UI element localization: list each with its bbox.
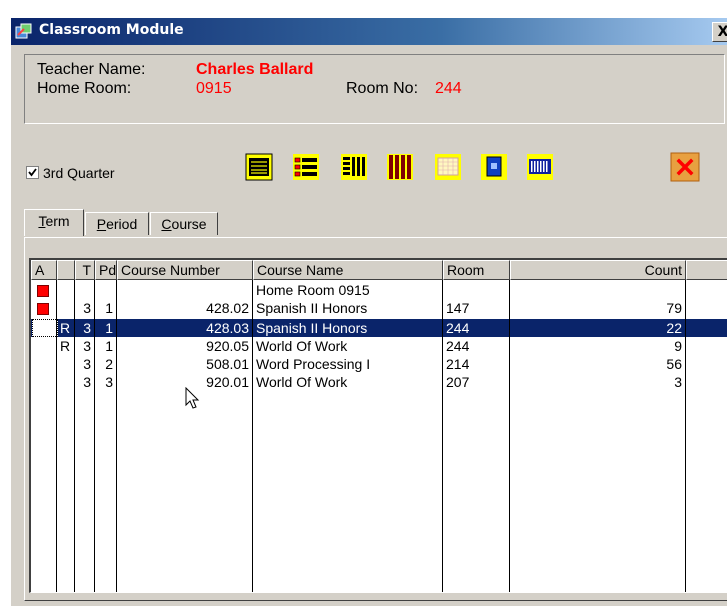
checkmark-icon [28, 168, 37, 177]
column-header-a[interactable]: A [31, 260, 57, 280]
table-row-2-period[interactable]: 1 [95, 319, 116, 337]
table-row-3-room[interactable]: 244 [443, 337, 509, 355]
table-row-1-term[interactable]: 3 [75, 299, 94, 317]
tab-period-rest: eriod [106, 216, 138, 232]
app-icon [15, 23, 32, 39]
table-row-0-course-name[interactable]: Home Room 0915 [253, 281, 443, 299]
tab-period-mnemonic: P [96, 216, 107, 232]
tab-term[interactable]: Term [24, 209, 84, 236]
table-row-2-r[interactable]: R [57, 319, 74, 337]
calendar-icon[interactable] [433, 152, 463, 182]
tab-course[interactable]: Course [150, 212, 218, 235]
table-row-4-term[interactable]: 3 [75, 355, 94, 373]
table-row-1-period[interactable]: 1 [95, 299, 116, 317]
home-room-value: 0915 [196, 80, 232, 97]
quarter-checkbox[interactable]: 3rd Quarter [26, 165, 115, 181]
focus-cell [32, 319, 58, 337]
column-header-room[interactable]: Room [443, 260, 510, 280]
id-card-icon[interactable] [479, 152, 509, 182]
column-header-r[interactable] [57, 260, 75, 280]
barcode-red-icon[interactable] [385, 152, 415, 182]
column-header-t[interactable]: T [75, 260, 95, 280]
table-row-1-room[interactable]: 147 [443, 299, 509, 317]
title-bar[interactable]: Classroom Module X [11, 18, 727, 45]
window-title: Classroom Module [39, 22, 184, 38]
table-row-3-r[interactable]: R [57, 337, 74, 355]
teacher-name-value: Charles Ballard [196, 61, 314, 78]
tab-term-rest: erm [45, 213, 70, 229]
column-header-count[interactable]: Count [510, 260, 686, 280]
table-row-4-room[interactable]: 214 [443, 355, 509, 373]
table-row-2-count[interactable]: 22 [510, 319, 685, 337]
flag-icon [37, 285, 49, 297]
tab-course-rest: ourse [171, 216, 207, 232]
table-row-3-course-name[interactable]: World Of Work [253, 337, 442, 355]
table-row-5-term[interactable]: 3 [75, 373, 94, 391]
mouse-cursor-icon [185, 387, 200, 409]
table-row-1-count[interactable]: 79 [510, 299, 685, 317]
table-row-2-term[interactable]: 3 [75, 319, 94, 337]
column-header-course-name[interactable]: Course Name [253, 260, 443, 280]
course-grid[interactable]: A T Pd Course Number Course Name Room Co… [29, 258, 727, 593]
table-row-5-count[interactable]: 3 [510, 373, 685, 391]
grid-line [685, 280, 686, 592]
flag-icon [37, 303, 49, 315]
table-row-4-count[interactable]: 56 [510, 355, 685, 373]
table-row-1-course-name[interactable]: Spanish II Honors [253, 299, 442, 317]
window-close-button[interactable]: X [712, 22, 727, 42]
quarter-label: 3rd Quarter [43, 165, 115, 181]
table-row-3-period[interactable]: 1 [95, 337, 116, 355]
home-room-label: Home Room: [37, 80, 132, 97]
list-icon[interactable] [291, 152, 321, 182]
table-row-5-course-name[interactable]: World Of Work [253, 373, 442, 391]
table-row-2-room[interactable]: 244 [443, 319, 509, 337]
table-row-3-term[interactable]: 3 [75, 337, 94, 355]
column-header-pd[interactable]: Pd [95, 260, 117, 280]
tab-course-mnemonic: C [161, 216, 172, 232]
table-row-3-count[interactable]: 9 [510, 337, 685, 355]
close-red-icon[interactable] [670, 152, 700, 182]
room-no-label: Room No: [346, 80, 419, 97]
column-header-course-number[interactable]: Course Number [117, 260, 253, 280]
teacher-info-panel: Teacher Name: Charles Ballard Home Room:… [24, 54, 725, 124]
columns-icon[interactable] [339, 152, 369, 182]
table-row-4-course-number[interactable]: 508.01 [117, 355, 252, 373]
table-row-2-course-name[interactable]: Spanish II Honors [253, 319, 442, 337]
tab-period[interactable]: Period [85, 212, 149, 235]
table-row-3-course-number[interactable]: 920.05 [117, 337, 252, 355]
table-row-2-course-number[interactable]: 428.03 [117, 319, 252, 337]
barcode-icon[interactable] [525, 152, 555, 182]
teacher-name-label: Teacher Name: [37, 61, 146, 78]
table-row-4-period[interactable]: 2 [95, 355, 116, 373]
table-row-5-room[interactable]: 207 [443, 373, 509, 391]
classroom-module-window: Classroom Module X Teacher Name: Charles… [10, 18, 727, 606]
column-header-filler [686, 260, 727, 280]
table-row-4-course-name[interactable]: Word Processing I [253, 355, 442, 373]
checkbox-box[interactable] [26, 166, 39, 179]
report-icon[interactable] [244, 152, 274, 182]
room-no-value: 244 [435, 80, 462, 97]
table-row-5-period[interactable]: 3 [95, 373, 116, 391]
table-row-1-course-number[interactable]: 428.02 [117, 299, 252, 317]
